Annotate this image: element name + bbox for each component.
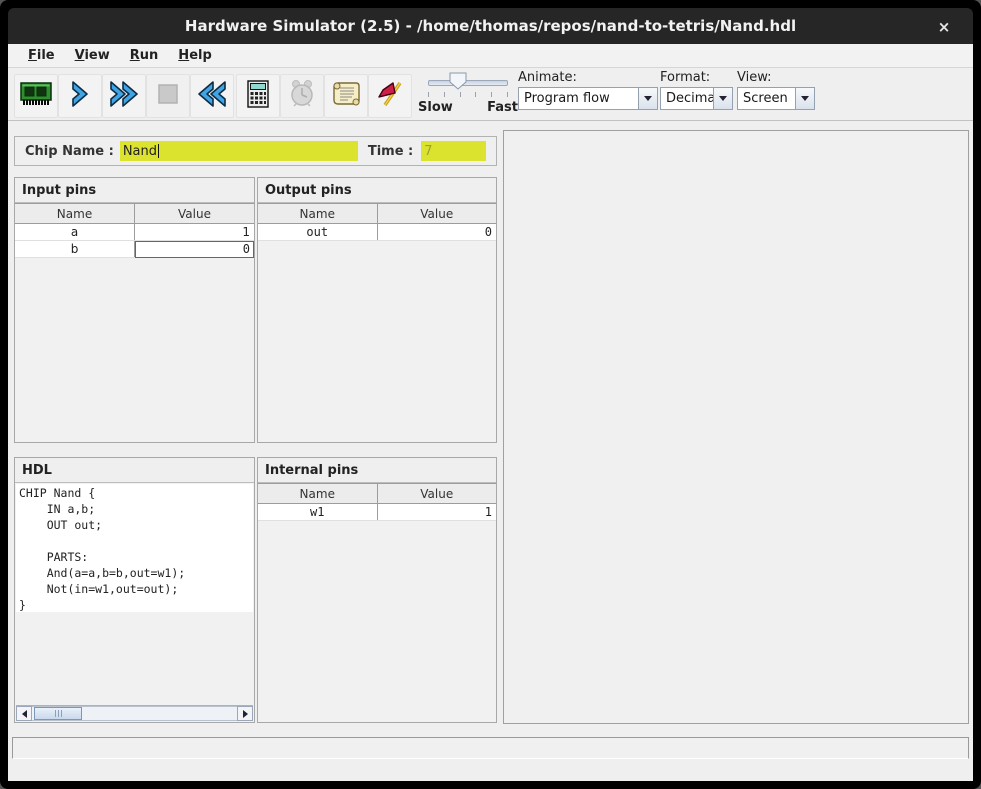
animate-value: Program flow <box>519 88 638 109</box>
hdl-title: HDL <box>15 458 254 483</box>
pin-value[interactable]: 1 <box>135 224 255 241</box>
chevron-down-icon[interactable] <box>713 88 732 109</box>
column-header-name[interactable]: Name <box>258 484 377 504</box>
title-bar[interactable]: Hardware Simulator (2.5) - /home/thomas/… <box>8 8 973 44</box>
table-row[interactable]: w1 1 <box>258 504 496 521</box>
screen-view-panel <box>503 130 969 724</box>
chip-name-input[interactable]: Nand <box>120 141 358 161</box>
format-value: Decimal <box>661 88 713 109</box>
hdl-horizontal-scrollbar[interactable] <box>16 705 253 721</box>
column-header-value[interactable]: Value <box>377 204 496 224</box>
hdl-panel: HDL CHIP Nand { IN a,b; OUT out; PARTS: … <box>14 457 255 723</box>
animate-label: Animate: <box>518 70 658 85</box>
slider-fast-label: Fast <box>487 100 518 115</box>
scrollbar-track[interactable] <box>32 706 237 721</box>
pin-name[interactable]: w1 <box>258 504 377 521</box>
text-caret <box>158 144 159 158</box>
view-label: View: <box>737 70 815 85</box>
scroll-left-arrow-icon[interactable] <box>16 706 32 721</box>
chevron-right-icon <box>68 79 92 113</box>
chevron-down-icon[interactable] <box>638 88 657 109</box>
calculator-icon <box>244 78 272 114</box>
view-select[interactable]: Screen <box>737 87 815 110</box>
table-row[interactable]: a 1 <box>15 224 254 241</box>
column-header-value[interactable]: Value <box>135 204 255 224</box>
double-chevron-right-icon <box>107 79 141 113</box>
run-button[interactable] <box>102 74 146 118</box>
table-row[interactable]: b 0 <box>15 241 254 258</box>
slider-slow-label: Slow <box>418 100 453 115</box>
column-header-name[interactable]: Name <box>258 204 377 224</box>
double-chevron-left-icon <box>195 79 229 113</box>
load-chip-button[interactable] <box>14 74 58 118</box>
alarm-clock-icon <box>287 78 317 114</box>
output-pins-table: Name Value out 0 <box>258 203 496 241</box>
menu-bar: File View Run Help <box>8 44 973 68</box>
scroll-icon <box>330 79 362 113</box>
hdl-code-view[interactable]: CHIP Nand { IN a,b; OUT out; PARTS: And(… <box>16 484 253 612</box>
internal-pins-panel: Internal pins Name Value w1 1 <box>257 457 497 723</box>
column-header-value[interactable]: Value <box>377 484 496 504</box>
format-group: Format: Decimal <box>660 70 733 110</box>
view-hdl-button[interactable] <box>324 74 368 118</box>
table-row[interactable]: out 0 <box>258 224 496 241</box>
internal-pins-title: Internal pins <box>258 458 496 483</box>
animate-select[interactable]: Program flow <box>518 87 658 110</box>
single-step-button[interactable] <box>58 74 102 118</box>
view-value: Screen <box>738 88 795 109</box>
clock-button <box>280 74 324 118</box>
menu-help[interactable]: Help <box>168 46 221 65</box>
internal-pins-table: Name Value w1 1 <box>258 483 496 521</box>
stop-button <box>146 74 190 118</box>
pin-value-editing[interactable]: 0 <box>135 241 255 258</box>
menu-file[interactable]: File <box>18 46 65 65</box>
flag-icon <box>375 79 405 113</box>
animate-group: Animate: Program flow <box>518 70 658 110</box>
close-button[interactable]: × <box>933 16 955 38</box>
time-label: Time : <box>368 144 413 159</box>
time-field: 7 <box>421 141 486 161</box>
column-header-name[interactable]: Name <box>15 204 135 224</box>
reset-button[interactable] <box>190 74 234 118</box>
scrollbar-thumb[interactable] <box>34 707 82 720</box>
chevron-down-icon[interactable] <box>795 88 814 109</box>
format-label: Format: <box>660 70 733 85</box>
pin-value[interactable]: 1 <box>377 504 496 521</box>
output-pins-panel: Output pins Name Value out 0 <box>257 177 497 443</box>
memory-chip-icon <box>18 79 54 113</box>
app-window: Hardware Simulator (2.5) - /home/thomas/… <box>0 0 981 789</box>
toolbar: Slow Fast Animate: Program flow Format: … <box>8 68 973 121</box>
breakpoints-button[interactable] <box>368 74 412 118</box>
input-pins-table: Name Value a 1 b 0 <box>15 203 254 258</box>
stop-square-icon <box>156 82 180 110</box>
pin-name[interactable]: a <box>15 224 135 241</box>
input-pins-title: Input pins <box>15 178 254 203</box>
window-content: File View Run Help <box>8 44 973 781</box>
pin-name[interactable]: out <box>258 224 377 241</box>
scroll-right-arrow-icon[interactable] <box>237 706 253 721</box>
slider-ticks <box>428 92 508 97</box>
speed-slider: Slow Fast <box>418 70 518 118</box>
input-pins-panel: Input pins Name Value a 1 b 0 <box>14 177 255 443</box>
menu-view[interactable]: View <box>65 46 120 65</box>
evaluate-button[interactable] <box>236 74 280 118</box>
format-select[interactable]: Decimal <box>660 87 733 110</box>
pin-name[interactable]: b <box>15 241 135 258</box>
chip-name-label: Chip Name : <box>25 144 114 159</box>
pin-value[interactable]: 0 <box>377 224 496 241</box>
view-group: View: Screen <box>737 70 815 110</box>
chip-name-bar: Chip Name : Nand Time : 7 <box>14 136 497 166</box>
status-message-bar <box>12 737 969 759</box>
output-pins-title: Output pins <box>258 178 496 203</box>
slider-thumb[interactable] <box>449 72 467 94</box>
menu-run[interactable]: Run <box>120 46 169 65</box>
window-title: Hardware Simulator (2.5) - /home/thomas/… <box>185 17 796 35</box>
slider-track[interactable] <box>428 80 508 86</box>
